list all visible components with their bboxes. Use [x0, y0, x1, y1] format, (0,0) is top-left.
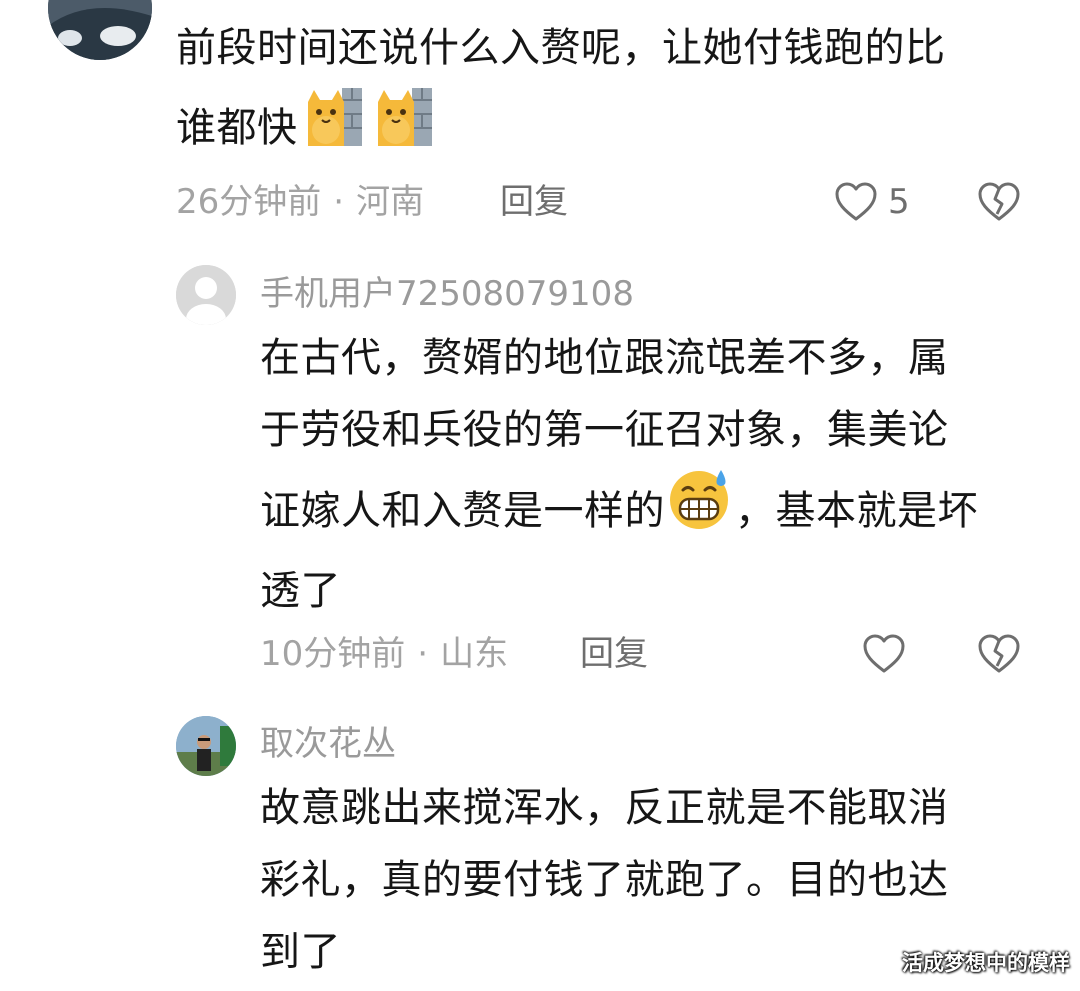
meta-separator: · [417, 634, 429, 674]
meta-separator: · [333, 182, 345, 222]
comment-time: 10分钟前 [260, 634, 406, 674]
avatar[interactable] [48, 0, 152, 60]
comment-time: 26分钟前 [176, 182, 322, 222]
username[interactable]: 手机用户72508079108 [260, 272, 634, 316]
comment-line-text: 证嫁人和入赘是一样的 [260, 487, 665, 534]
comment-line: 故意跳出来搅浑水，反正就是不能取消 [260, 785, 949, 831]
comment-location: 山东 [440, 634, 509, 674]
broken-heart-icon[interactable] [977, 181, 1021, 227]
avatar[interactable] [176, 716, 236, 776]
comment-line: 谁都快 [176, 84, 1056, 171]
comment-meta: 26分钟前 · 河南 [176, 180, 424, 224]
cat-wall-emoji [302, 84, 366, 171]
comment-location: 河南 [356, 182, 425, 222]
heart-icon[interactable] [862, 633, 906, 679]
reply-button[interactable]: 回复 [500, 180, 568, 224]
comment-line-text: 谁都快 [176, 104, 298, 151]
username[interactable]: 取次花丛 [260, 722, 396, 766]
watermark: 活成梦想中的模样 [902, 951, 1070, 975]
comment-line: 透了 [260, 568, 341, 614]
comment-line: 彩礼，真的要付钱了就跑了。目的也达 [260, 857, 949, 903]
comment-meta: 10分钟前 · 山东 [260, 632, 508, 676]
reply-button[interactable]: 回复 [580, 632, 648, 676]
comment-line: 证嫁人和入赘是一样的 ，基本就是坏 [260, 466, 1060, 555]
comment-line-text: ，基本就是坏 [735, 487, 978, 534]
like-count: 5 [888, 182, 910, 222]
comment-line: 在古代，赘婿的地位跟流氓差不多，属 [260, 335, 949, 381]
comment-text: 前段时间还说什么入赘呢，让她付钱跑的比 谁都快 [176, 12, 1056, 171]
broken-heart-icon[interactable] [977, 633, 1021, 679]
comment-line: 前段时间还说什么入赘呢，让她付钱跑的比 [176, 25, 946, 71]
heart-icon[interactable] [834, 181, 878, 227]
comment-line: 于劳役和兵役的第一征召对象，集美论 [260, 407, 949, 453]
avatar[interactable] [176, 265, 236, 325]
grimace-sweat-emoji [667, 466, 733, 555]
comment-text: 在古代，赘婿的地位跟流氓差不多，属 于劳役和兵役的第一征召对象，集美论 证嫁人和… [260, 322, 1060, 627]
cat-wall-emoji [372, 84, 436, 171]
